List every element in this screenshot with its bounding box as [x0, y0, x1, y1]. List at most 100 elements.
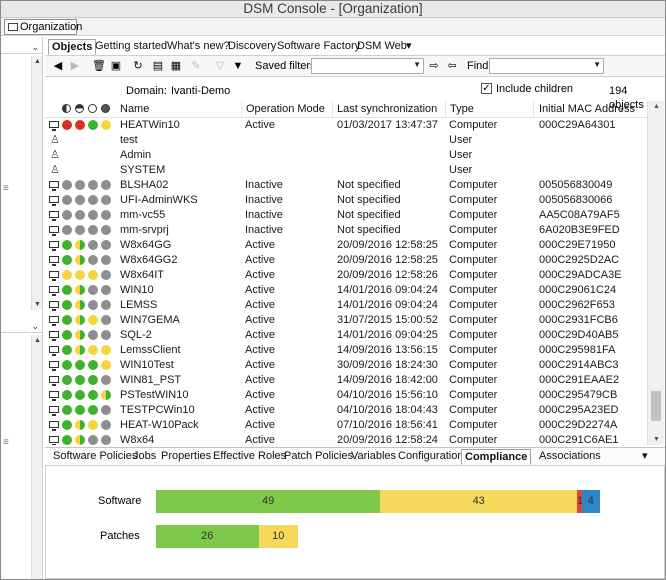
tab-discovery[interactable]: Discovery: [225, 39, 279, 55]
tab-software-factory[interactable]: Software Factory: [274, 39, 363, 55]
table-row[interactable]: HEAT-W10Pack Active 07/10/2016 18:56:41 Com…: [45, 418, 647, 433]
compliance-panel: Software494314Patches2610: [45, 465, 665, 579]
scrollbar-thumb[interactable]: [651, 391, 661, 421]
column-header-type[interactable]: Type: [450, 103, 474, 116]
scroll-up-icon[interactable]: ▲: [32, 337, 43, 344]
table-row[interactable]: W8x64IT Active 20/09/2016 12:58:26 Computer…: [45, 268, 647, 283]
grid-scrollbar[interactable]: ▲ ▼: [647, 101, 664, 445]
table-row[interactable]: UFI-AdminWKS Inactive Not specified Compute…: [45, 193, 647, 208]
column-divider[interactable]: [533, 101, 534, 117]
tab-compliance[interactable]: Compliance: [461, 449, 532, 465]
scroll-up-icon[interactable]: ▲: [648, 103, 665, 110]
cell-sync: 14/01/2016 09:04:25: [337, 329, 438, 341]
nav-dropdown[interactable]: ⌄: [1, 40, 43, 54]
tab-jobs[interactable]: Jobs: [130, 449, 159, 465]
nav-dropdown-lower[interactable]: ⌄: [1, 319, 43, 333]
edit-icon[interactable]: ✎: [189, 59, 203, 73]
table-row[interactable]: ♙ SYSTEM User: [45, 163, 647, 178]
cell-mac: 000C2962F653: [539, 299, 615, 311]
filter-disabled-icon[interactable]: ▽: [213, 59, 227, 73]
status-dot-icon: [88, 360, 98, 370]
cell-name: LemssClient: [120, 344, 181, 356]
computer-view-icon[interactable]: ▤: [151, 59, 165, 73]
tab-properties[interactable]: Properties: [158, 449, 214, 465]
tab-more[interactable]: ▾: [403, 39, 415, 55]
tab-more[interactable]: ▾: [639, 449, 651, 465]
table-row[interactable]: LEMSS Active 14/01/2016 09:04:24 Computer 00…: [45, 298, 647, 313]
computer-icon: [49, 286, 59, 296]
find-input[interactable]: ▼: [489, 58, 604, 74]
status-dot-icon: [88, 225, 98, 235]
tab-configuration[interactable]: Configuration: [395, 449, 466, 465]
scroll-up-icon[interactable]: ▲: [32, 58, 43, 65]
table-row[interactable]: WIN7GEMA Active 31/07/2015 15:00:52 Compute…: [45, 313, 647, 328]
table-row[interactable]: W8x64GG2 Active 20/09/2016 12:58:25 Compute…: [45, 253, 647, 268]
cell-mac: 000C295981FA: [539, 344, 616, 356]
tab-objects[interactable]: Objects: [48, 39, 97, 55]
table-row[interactable]: LemssClient Active 14/09/2016 13:56:15 Comp…: [45, 343, 647, 358]
table-row[interactable]: HEATWin10 Active 01/03/2017 13:47:37 Comput…: [45, 118, 647, 133]
column-header-operation-mode[interactable]: Operation Mode: [246, 103, 325, 116]
include-children-checkbox[interactable]: ✓: [481, 83, 492, 94]
column-divider[interactable]: [445, 101, 446, 117]
table-row[interactable]: ♙ test User: [45, 133, 647, 148]
cell-mode: Active: [245, 299, 275, 311]
nav-lower-scrollbar[interactable]: ▲: [31, 335, 42, 579]
status-dot-icon: [62, 270, 72, 280]
tab-software-policies[interactable]: Software Policies: [50, 449, 140, 465]
status-column-icon[interactable]: [101, 104, 110, 113]
organization-button[interactable]: Organization: [4, 19, 82, 35]
column-header-last-sync[interactable]: Last synchronization: [337, 103, 437, 116]
status-column-icon[interactable]: [75, 104, 84, 113]
splitter-grip-icon[interactable]: ≡: [3, 437, 9, 448]
properties-icon[interactable]: ▣: [109, 59, 123, 73]
column-divider[interactable]: [241, 101, 242, 117]
computer-icon: [49, 406, 59, 416]
tree-view-icon[interactable]: ▦: [169, 59, 183, 73]
apply-filter-icon[interactable]: ⇨: [427, 59, 441, 73]
cell-mac: 000C291C6AE1: [539, 434, 619, 445]
table-row[interactable]: SQL-2 Active 14/01/2016 09:04:25 Computer 00…: [45, 328, 647, 343]
scroll-down-icon[interactable]: ▼: [648, 436, 665, 443]
saved-filters-select[interactable]: ▼: [311, 58, 424, 74]
forward-icon[interactable]: ▶: [68, 59, 82, 73]
table-row[interactable]: TESTPCWin10 Active 04/10/2016 18:04:43 Comp…: [45, 403, 647, 418]
tab-variables[interactable]: Variables: [348, 449, 399, 465]
tab-effective-roles[interactable]: Effective Roles: [210, 449, 289, 465]
save-filter-icon[interactable]: ⇦: [445, 59, 459, 73]
cell-mode: Active: [245, 374, 275, 386]
table-row[interactable]: W8x64GG Active 20/09/2016 12:58:25 Computer…: [45, 238, 647, 253]
column-header-mac[interactable]: Initial MAC Address: [539, 103, 635, 116]
column-header-name[interactable]: Name: [120, 103, 149, 116]
status-dot-icon: [75, 240, 85, 250]
table-row[interactable]: mm-vc55 Inactive Not specified Computer AA5C…: [45, 208, 647, 223]
status-column-icon[interactable]: [88, 104, 97, 113]
cell-mac: 000C2925D2AC: [539, 254, 620, 266]
table-row[interactable]: W8x64 Active 20/09/2016 12:58:24 Computer 00…: [45, 433, 647, 445]
tab-associations[interactable]: Associations: [536, 449, 604, 465]
column-divider[interactable]: [332, 101, 333, 117]
table-row[interactable]: WIN10Test Active 30/09/2016 18:24:30 Comput…: [45, 358, 647, 373]
tab-patch-policies[interactable]: Patch Policies: [281, 449, 356, 465]
cell-sync: Not specified: [337, 209, 401, 221]
computer-icon: [49, 301, 59, 311]
computer-icon: [49, 271, 59, 281]
table-row[interactable]: mm-srvprj Inactive Not specified Computer 6A…: [45, 223, 647, 238]
tab-dsm-web[interactable]: DSM Web: [354, 39, 410, 55]
table-row[interactable]: WIN81_PST Active 14/09/2016 18:42:00 Comput…: [45, 373, 647, 388]
table-row[interactable]: PSTestWIN10 Active 04/10/2016 15:56:10 Comp…: [45, 388, 647, 403]
status-column-icon[interactable]: [62, 104, 71, 113]
scroll-down-icon[interactable]: ▼: [32, 301, 43, 308]
refresh-icon[interactable]: ↻: [131, 59, 145, 73]
table-row[interactable]: ♙ Admin User: [45, 148, 647, 163]
cell-type: Computer: [449, 374, 498, 386]
table-row[interactable]: WIN10 Active 14/01/2016 09:04:24 Computer 00…: [45, 283, 647, 298]
tab-what-s-new[interactable]: What's new?: [164, 39, 233, 55]
tab-getting-started[interactable]: Getting started: [92, 39, 170, 55]
filter-icon[interactable]: ▼: [231, 59, 245, 73]
table-row[interactable]: BLSHA02 Inactive Not specified Computer 0050…: [45, 178, 647, 193]
splitter-grip-icon[interactable]: ≡: [3, 183, 9, 194]
delete-icon[interactable]: 🗑: [92, 59, 106, 73]
nav-tree-scrollbar[interactable]: ▲ ▼: [31, 56, 42, 310]
back-icon[interactable]: ◀: [51, 59, 65, 73]
